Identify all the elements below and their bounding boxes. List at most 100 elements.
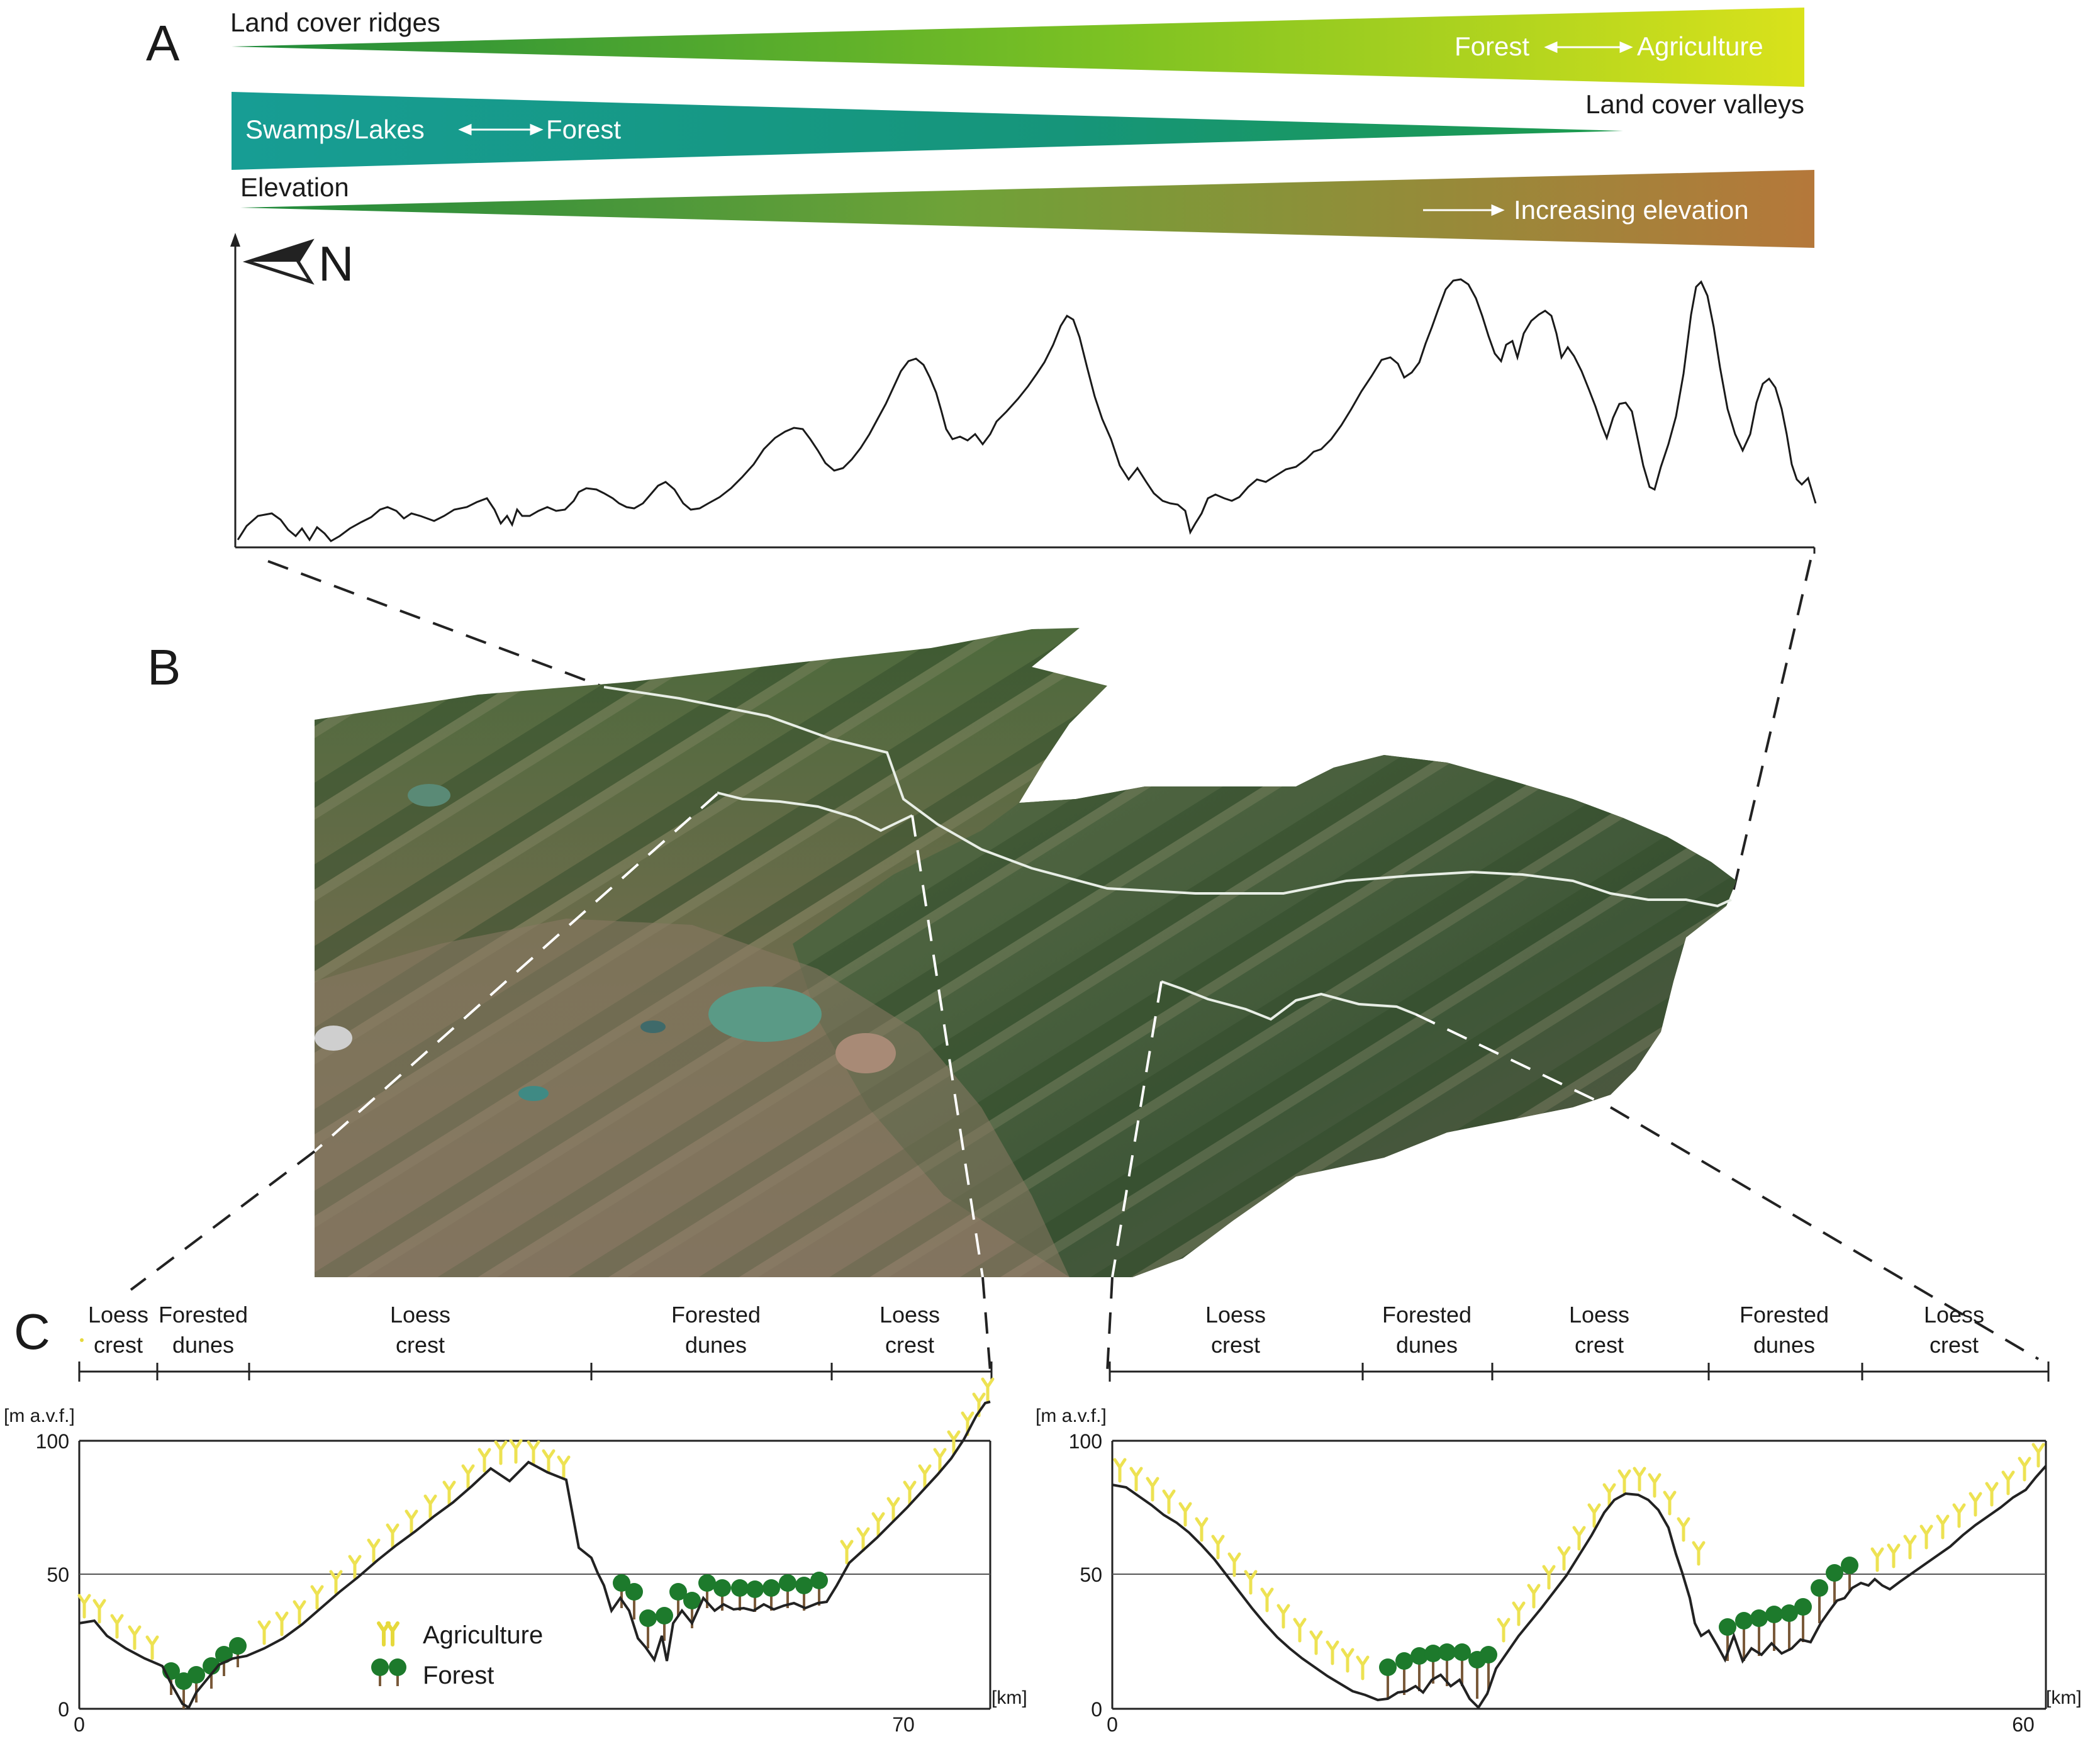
forest-marker bbox=[1453, 1643, 1471, 1686]
agriculture-marker bbox=[1557, 1546, 1571, 1571]
valleys-range-to: Forest bbox=[546, 115, 621, 144]
forest-marker bbox=[1480, 1646, 1497, 1690]
forest-marker bbox=[1794, 1598, 1812, 1642]
right-x-tick-60: 60 bbox=[2012, 1713, 2035, 1736]
agriculture-marker bbox=[1356, 1655, 1370, 1680]
agriculture-marker bbox=[442, 1480, 456, 1506]
agriculture-marker bbox=[1572, 1526, 1586, 1551]
right-segment-4-line1: Forested bbox=[1740, 1302, 1829, 1328]
valleys-label: Land cover valleys bbox=[1585, 89, 1804, 119]
agriculture-marker bbox=[1341, 1648, 1354, 1673]
agriculture-marker bbox=[275, 1611, 289, 1636]
ridges-range-to: Agriculture bbox=[1637, 31, 1763, 61]
agriculture-marker bbox=[1293, 1618, 1307, 1643]
right-y-tick-0: 0 bbox=[1091, 1698, 1102, 1721]
agriculture-marker bbox=[1178, 1502, 1192, 1527]
forest-marker-icon bbox=[371, 1658, 406, 1686]
terrain-3d-view bbox=[313, 628, 1736, 1278]
agriculture-marker bbox=[1903, 1535, 1917, 1560]
agriculture-marker bbox=[77, 1594, 91, 1619]
agriculture-marker bbox=[461, 1464, 475, 1489]
left-segment-1-line1: Loess bbox=[88, 1302, 148, 1328]
profile-c-right-chart: [m a.v.f.] 100 50 0 0 60 [km] bbox=[1036, 1406, 2082, 1736]
agriculture-marker bbox=[110, 1614, 124, 1639]
agriculture-marker bbox=[1309, 1630, 1323, 1655]
agriculture-marker bbox=[1919, 1524, 1933, 1550]
forest-marker bbox=[1379, 1658, 1397, 1699]
elevation-range-to: Increasing elevation bbox=[1514, 195, 1749, 225]
right-segment-5-line2: crest bbox=[1930, 1332, 1979, 1358]
ridges-label: Land cover ridges bbox=[230, 8, 440, 37]
agriculture-marker bbox=[1870, 1547, 1884, 1572]
agriculture-marker bbox=[1227, 1552, 1241, 1577]
agriculture-marker bbox=[1952, 1503, 1966, 1528]
right-profile-line bbox=[1112, 1465, 2047, 1710]
agriculture-marker bbox=[981, 1377, 995, 1402]
left-segment-5-line1: Loess bbox=[880, 1302, 940, 1328]
forest-marker bbox=[1438, 1643, 1456, 1686]
agriculture-marker bbox=[128, 1625, 142, 1650]
agriculture-marker bbox=[310, 1585, 324, 1610]
agriculture-marker bbox=[1542, 1565, 1556, 1590]
left-agriculture-icons bbox=[77, 1377, 995, 1660]
agriculture-marker bbox=[1663, 1490, 1677, 1516]
left-segment-4-line1: Forested bbox=[671, 1302, 761, 1328]
agriculture-marker bbox=[2001, 1470, 2015, 1496]
agriculture-marker bbox=[329, 1570, 343, 1595]
right-segment-2-line2: dunes bbox=[1396, 1332, 1458, 1358]
left-x-unit: [km] bbox=[991, 1687, 1027, 1708]
right-segment-1-line1: Loess bbox=[1205, 1302, 1266, 1328]
agriculture-marker bbox=[840, 1540, 854, 1565]
right-x-unit: [km] bbox=[2046, 1687, 2082, 1708]
agriculture-marker bbox=[509, 1439, 523, 1464]
right-segment-1-line2: crest bbox=[1211, 1332, 1260, 1358]
agriculture-marker bbox=[1648, 1473, 1662, 1498]
agriculture-marker bbox=[1260, 1587, 1274, 1613]
agriculture-marker bbox=[1527, 1584, 1541, 1609]
ridges-range-from: Forest bbox=[1455, 31, 1529, 61]
left-segment-4-line2: dunes bbox=[685, 1332, 747, 1358]
left-segment-2-line2: dunes bbox=[172, 1332, 234, 1358]
profile-a-elevation-line bbox=[237, 278, 1817, 542]
agriculture-marker bbox=[1211, 1535, 1225, 1560]
agriculture-marker bbox=[1512, 1601, 1526, 1626]
left-segment-2-line1: Forested bbox=[159, 1302, 248, 1328]
left-x-tick-70: 70 bbox=[892, 1713, 915, 1736]
agriculture-marker bbox=[1195, 1517, 1209, 1542]
right-y-unit: [m a.v.f.] bbox=[1036, 1406, 1107, 1426]
agriculture-marker bbox=[405, 1509, 418, 1535]
elevation-label: Elevation bbox=[240, 172, 349, 202]
profile-c-left-chart: [m a.v.f.] 100 50 0 0 70 [km] bbox=[4, 1338, 1027, 1736]
left-y-tick-100: 100 bbox=[36, 1430, 69, 1453]
agriculture-marker bbox=[1985, 1482, 1999, 1507]
agriculture-marker bbox=[527, 1440, 540, 1465]
agriculture-marker bbox=[257, 1620, 271, 1645]
legend: Agriculture Forest bbox=[371, 1621, 543, 1689]
right-forest-icons bbox=[1379, 1557, 1858, 1699]
right-segment-2-line1: Forested bbox=[1382, 1302, 1472, 1328]
agriculture-marker bbox=[478, 1448, 491, 1473]
legend-agriculture-label: Agriculture bbox=[423, 1621, 543, 1649]
left-y-tick-50: 50 bbox=[47, 1563, 69, 1586]
agriculture-marker bbox=[293, 1600, 306, 1625]
right-agriculture-icons bbox=[1113, 1443, 2045, 1680]
agriculture-marker bbox=[1276, 1604, 1290, 1629]
legend-forest-label: Forest bbox=[423, 1662, 494, 1689]
agriculture-marker bbox=[1887, 1543, 1901, 1568]
agriculture-marker bbox=[542, 1449, 556, 1474]
right-segment-3-line1: Loess bbox=[1569, 1302, 1629, 1328]
left-segment-3-line2: crest bbox=[396, 1332, 445, 1358]
forest-marker bbox=[810, 1572, 828, 1606]
agriculture-marker bbox=[1969, 1492, 1982, 1517]
panel-c-label: C bbox=[14, 1304, 50, 1360]
profile-a-axes bbox=[234, 242, 1816, 554]
valleys-gradient-wedge bbox=[232, 92, 1623, 170]
right-x-tick-0: 0 bbox=[1107, 1713, 1118, 1736]
profile-c-left-segment-labels: Loess crest Forested dunes Loess crest F… bbox=[88, 1302, 940, 1358]
right-y-tick-50: 50 bbox=[1080, 1563, 1102, 1586]
left-x-tick-0: 0 bbox=[74, 1713, 85, 1736]
agriculture-marker bbox=[1617, 1469, 1631, 1494]
profile-c-right-segment-labels: Loess crest Forested dunes Loess crest F… bbox=[1205, 1302, 1984, 1358]
agriculture-marker bbox=[1677, 1517, 1690, 1542]
agriculture-marker bbox=[1497, 1618, 1511, 1643]
